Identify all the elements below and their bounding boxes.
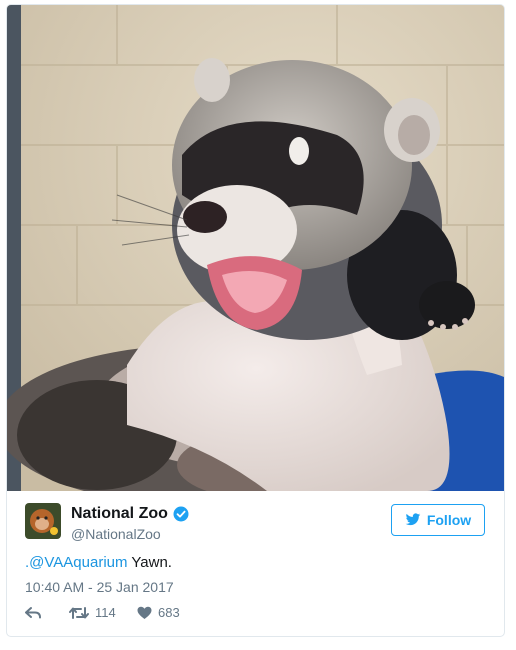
mention-link[interactable]: @VAAquarium <box>29 554 127 571</box>
tweet-actions: 114 683 <box>25 605 180 620</box>
author-names[interactable]: National Zoo @NationalZoo <box>71 505 189 542</box>
follow-label: Follow <box>426 512 472 528</box>
tweet-photo[interactable] <box>7 5 504 491</box>
tweet-text: .@VAAquarium Yawn. <box>25 554 172 571</box>
tweet-card: National Zoo @NationalZoo Follow .@VAAqu… <box>6 4 505 637</box>
retweet-button[interactable]: 114 <box>69 605 137 620</box>
tweet-body: Yawn. <box>127 554 172 571</box>
orangutan-avatar-image <box>25 503 61 539</box>
twitter-bird-icon <box>405 513 421 526</box>
ferret-kit-photo <box>7 5 504 491</box>
heart-icon <box>137 606 152 619</box>
verified-badge-icon <box>173 506 189 522</box>
follow-button[interactable]: Follow <box>391 504 485 536</box>
retweet-count: 114 <box>95 605 116 620</box>
tweet-author: National Zoo @NationalZoo Follow <box>25 503 485 543</box>
like-button[interactable]: 683 <box>137 605 180 620</box>
user-handle[interactable]: @NationalZoo <box>71 526 189 542</box>
display-name[interactable]: National Zoo <box>71 505 168 523</box>
like-count: 683 <box>158 605 180 620</box>
retweet-icon <box>69 606 89 619</box>
reply-icon <box>25 606 41 618</box>
avatar[interactable] <box>25 503 61 539</box>
reply-button[interactable] <box>25 606 65 620</box>
timestamp[interactable]: 10:40 AM - 25 Jan 2017 <box>25 579 174 595</box>
